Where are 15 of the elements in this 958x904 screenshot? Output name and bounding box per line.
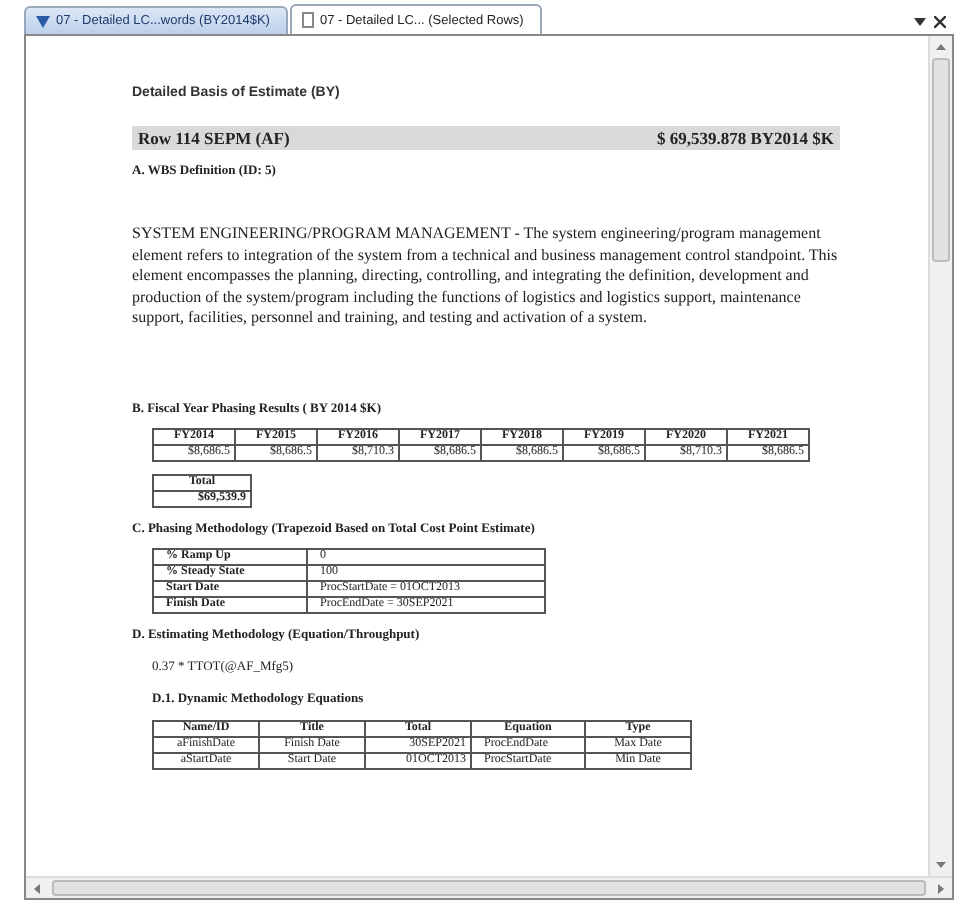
wbs-description: SYSTEM ENGINEERING/PROGRAM MANAGEMENT - The system engineering/program management element refers to integration of the system from a technical and business management control standpoint. This element encompasses the planning, directing, controlling, and integrating the definition, development and production of the system/program including the functions of logistics and logistics support, maintenance support, facilities, personnel and training, and testing and activation of a system. [132, 224, 840, 329]
row-label: Row 114 SEPM (AF) [138, 128, 290, 148]
scroll-down-icon[interactable] [936, 862, 946, 868]
scroll-left-icon[interactable] [34, 883, 40, 893]
vertical-scrollbar[interactable] [928, 36, 952, 876]
scroll-up-icon[interactable] [936, 44, 946, 50]
row-amount: $ 69,539.878 BY2014 $K [656, 128, 834, 148]
document-icon [301, 12, 314, 28]
dropdown-triangle-icon [36, 15, 50, 27]
scroll-thumb[interactable] [932, 58, 950, 262]
scroll-right-icon[interactable] [938, 883, 944, 893]
dropdown-icon[interactable] [914, 17, 926, 25]
scroll-thumb[interactable] [52, 880, 926, 896]
horizontal-scrollbar[interactable] [26, 876, 952, 898]
close-icon[interactable] [934, 15, 946, 27]
